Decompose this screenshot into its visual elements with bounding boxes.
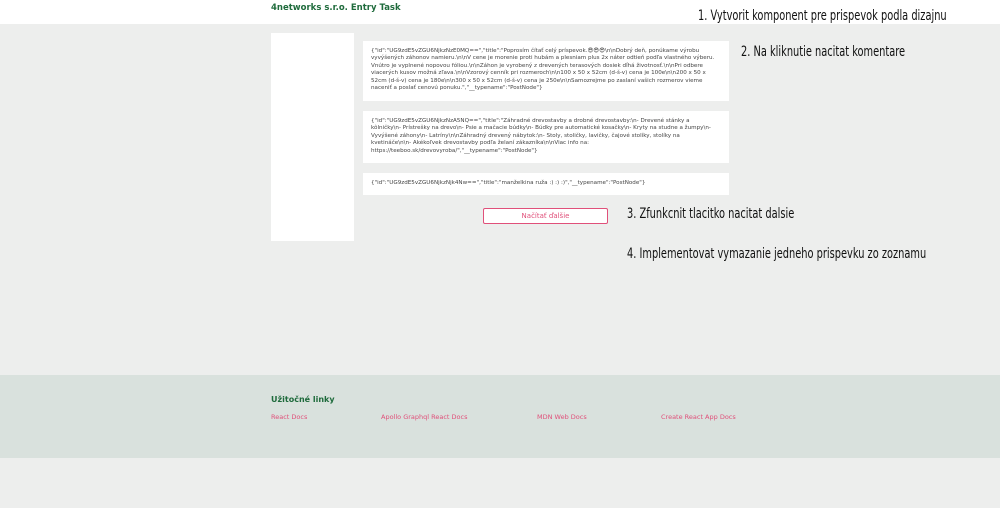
- footer-title: Užitočné linky: [271, 395, 335, 404]
- footer-link-cra-docs[interactable]: Create React App Docs: [661, 413, 736, 421]
- task-note-2: 2. Na kliknutie nacitat komentare: [741, 44, 906, 60]
- brand-title[interactable]: 4networks s.r.o. Entry Task: [271, 3, 401, 13]
- sidebar-panel: [271, 33, 354, 241]
- task-note-3: 3. Zfunkcnit tlacitko nacitat dalsie: [627, 206, 795, 222]
- footer-link-apollo-docs[interactable]: Apollo Graphql React Docs: [381, 413, 467, 421]
- post-json-text: {"id":"UG9zdE5vZGU6NjkzNzE0MQ==","title"…: [371, 48, 715, 92]
- load-more-button[interactable]: Načítať ďalšie: [483, 208, 608, 224]
- footer: Užitočné linky React Docs Apollo Graphql…: [0, 375, 1000, 458]
- task-note-1: 1. Vytvorit komponent pre prispevok podl…: [698, 8, 947, 24]
- post-json-text: {"id":"UG9zdE5vZGU6NjkzNjk4Nw==","title"…: [371, 180, 646, 186]
- post-card[interactable]: {"id":"UG9zdE5vZGU6NjkzNjk4Nw==","title"…: [363, 173, 729, 195]
- footer-link-mdn-docs[interactable]: MDN Web Docs: [537, 413, 587, 421]
- task-note-4: 4. Implementovat vymazanie jedneho prisp…: [627, 246, 927, 262]
- footer-link-react-docs[interactable]: React Docs: [271, 413, 307, 421]
- post-json-text: {"id":"UG9zdE5vZGU6NjkzNzA5NQ==","title"…: [371, 118, 711, 154]
- post-card[interactable]: {"id":"UG9zdE5vZGU6NjkzNzA5NQ==","title"…: [363, 111, 729, 163]
- post-card[interactable]: {"id":"UG9zdE5vZGU6NjkzNzE0MQ==","title"…: [363, 41, 729, 101]
